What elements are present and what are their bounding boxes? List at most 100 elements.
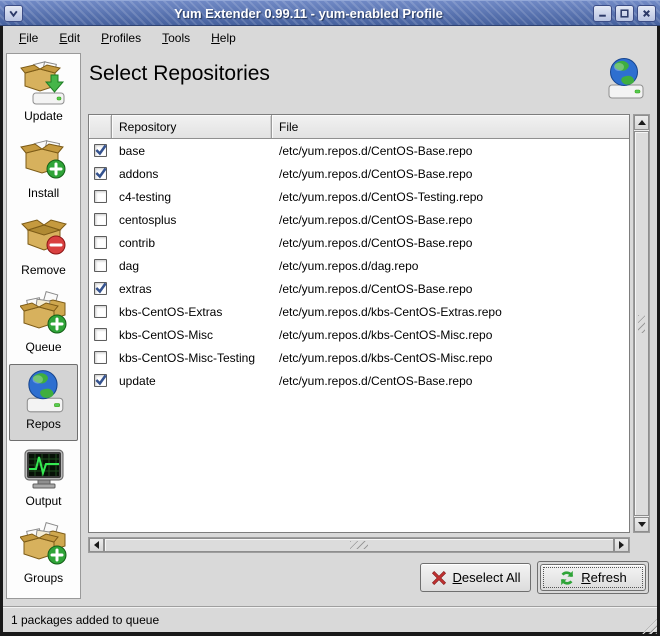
- repo-enabled-checkbox[interactable]: [94, 305, 107, 318]
- repo-file-cell: /etc/yum.repos.d/CentOS-Base.repo: [272, 236, 629, 250]
- horizontal-scrollbar-thumb[interactable]: [104, 538, 614, 552]
- repo-file-cell: /etc/yum.repos.d/kbs-CentOS-Misc.repo: [272, 351, 629, 365]
- close-icon: [641, 8, 652, 19]
- repo-file-cell: /etc/yum.repos.d/CentOS-Base.repo: [272, 282, 629, 296]
- menu-edit[interactable]: Edit: [50, 28, 89, 48]
- checkbox-cell: [89, 374, 112, 387]
- queue-box-icon: [20, 291, 68, 339]
- window-border-bottom: [0, 632, 660, 636]
- window-border-left: [0, 26, 3, 636]
- scroll-down-button[interactable]: [634, 517, 649, 532]
- window-menu-button[interactable]: [4, 5, 23, 22]
- table-row[interactable]: contrib /etc/yum.repos.d/CentOS-Base.rep…: [89, 231, 629, 254]
- checkmark-icon: [94, 143, 108, 157]
- sidebar-item-queue[interactable]: Queue: [9, 287, 78, 364]
- repo-name-cell: update: [112, 374, 272, 388]
- sidebar-item-repos[interactable]: Repos: [9, 364, 78, 441]
- repo-name-cell: kbs-CentOS-Misc: [112, 328, 272, 342]
- arrow-up-icon: [638, 120, 646, 125]
- sidebar-item-remove[interactable]: Remove: [9, 210, 78, 287]
- sidebar-item-install[interactable]: Install: [9, 133, 78, 210]
- menu-tools[interactable]: Tools: [153, 28, 199, 48]
- maximize-icon: [619, 8, 630, 19]
- table-row[interactable]: dag /etc/yum.repos.d/dag.repo: [89, 254, 629, 277]
- table-row[interactable]: extras /etc/yum.repos.d/CentOS-Base.repo: [89, 277, 629, 300]
- repo-enabled-checkbox[interactable]: [94, 213, 107, 226]
- repo-enabled-checkbox[interactable]: [94, 259, 107, 272]
- repo-table-body: base /etc/yum.repos.d/CentOS-Base.repo a…: [89, 139, 629, 392]
- arrow-down-icon: [638, 522, 646, 527]
- install-box-icon: [20, 137, 68, 185]
- arrow-right-icon: [619, 541, 624, 549]
- page-title: Select Repositories: [89, 62, 270, 86]
- red-x-icon: [431, 570, 447, 586]
- repo-name-cell: dag: [112, 259, 272, 273]
- repo-enabled-checkbox[interactable]: [94, 374, 107, 387]
- repo-enabled-checkbox[interactable]: [94, 328, 107, 341]
- sidebar-item-groups[interactable]: Groups: [9, 518, 78, 595]
- repo-enabled-checkbox[interactable]: [94, 167, 107, 180]
- table-row[interactable]: kbs-CentOS-Misc /etc/yum.repos.d/kbs-Cen…: [89, 323, 629, 346]
- repo-name-cell: kbs-CentOS-Extras: [112, 305, 272, 319]
- repo-enabled-checkbox[interactable]: [94, 351, 107, 364]
- deselect-all-button[interactable]: Deselect All: [420, 563, 531, 592]
- table-row[interactable]: update /etc/yum.repos.d/CentOS-Base.repo: [89, 369, 629, 392]
- table-row[interactable]: base /etc/yum.repos.d/CentOS-Base.repo: [89, 139, 629, 162]
- checkbox-cell: [89, 282, 112, 295]
- checkbox-cell: [89, 305, 112, 318]
- maximize-button[interactable]: [615, 5, 634, 22]
- close-button[interactable]: [637, 5, 656, 22]
- checkbox-cell: [89, 213, 112, 226]
- sidebar-item-label: Output: [25, 494, 61, 508]
- scroll-right-button[interactable]: [614, 538, 629, 552]
- status-text: 1 packages added to queue: [11, 613, 159, 627]
- output-monitor-icon: [20, 445, 68, 493]
- menu-profiles[interactable]: Profiles: [92, 28, 150, 48]
- repo-file-cell: /etc/yum.repos.d/dag.repo: [272, 259, 629, 273]
- table-row[interactable]: kbs-CentOS-Extras /etc/yum.repos.d/kbs-C…: [89, 300, 629, 323]
- scroll-up-button[interactable]: [634, 115, 649, 130]
- table-header: Repository File: [89, 115, 629, 139]
- table-row[interactable]: kbs-CentOS-Misc-Testing /etc/yum.repos.d…: [89, 346, 629, 369]
- repo-name-cell: c4-testing: [112, 190, 272, 204]
- repo-name-cell: kbs-CentOS-Misc-Testing: [112, 351, 272, 365]
- repo-name-cell: addons: [112, 167, 272, 181]
- minimize-button[interactable]: [593, 5, 612, 22]
- checkbox-cell: [89, 190, 112, 203]
- repo-enabled-checkbox[interactable]: [94, 144, 107, 157]
- repo-enabled-checkbox[interactable]: [94, 282, 107, 295]
- sidebar-item-output[interactable]: Output: [9, 441, 78, 518]
- menu-file[interactable]: File: [10, 28, 47, 48]
- repository-list: Repository File base /etc/yum.repos.d/Ce…: [88, 114, 630, 533]
- repo-file-cell: /etc/yum.repos.d/kbs-CentOS-Extras.repo: [272, 305, 629, 319]
- repo-name-cell: contrib: [112, 236, 272, 250]
- horizontal-scrollbar[interactable]: [88, 537, 630, 553]
- sidebar-item-update[interactable]: Update: [9, 56, 78, 133]
- sidebar-item-label: Install: [28, 186, 59, 200]
- repo-name-cell: base: [112, 144, 272, 158]
- table-row[interactable]: c4-testing /etc/yum.repos.d/CentOS-Testi…: [89, 185, 629, 208]
- table-row[interactable]: addons /etc/yum.repos.d/CentOS-Base.repo: [89, 162, 629, 185]
- menubar: File Edit Profiles Tools Help: [3, 26, 657, 49]
- checkbox-cell: [89, 144, 112, 157]
- repo-file-cell: /etc/yum.repos.d/kbs-CentOS-Misc.repo: [272, 328, 629, 342]
- sidebar-item-label: Queue: [25, 340, 61, 354]
- checkbox-cell: [89, 351, 112, 364]
- vertical-scrollbar[interactable]: [633, 114, 650, 533]
- repo-enabled-checkbox[interactable]: [94, 236, 107, 249]
- column-header-repository[interactable]: Repository: [112, 115, 272, 138]
- vertical-scrollbar-thumb[interactable]: [634, 131, 649, 516]
- repo-enabled-checkbox[interactable]: [94, 190, 107, 203]
- refresh-button[interactable]: Refresh: [540, 564, 646, 591]
- column-header-checkbox[interactable]: [89, 115, 112, 138]
- titlebar[interactable]: Yum Extender 0.99.11 - yum-enabled Profi…: [0, 0, 660, 26]
- arrow-left-icon: [94, 541, 99, 549]
- column-header-file[interactable]: File: [272, 115, 629, 138]
- menu-help[interactable]: Help: [202, 28, 245, 48]
- scroll-left-button[interactable]: [89, 538, 104, 552]
- refresh-button-frame: Refresh: [537, 561, 649, 594]
- checkmark-icon: [94, 373, 108, 387]
- refresh-arrows-icon: [559, 570, 575, 586]
- table-row[interactable]: centosplus /etc/yum.repos.d/CentOS-Base.…: [89, 208, 629, 231]
- repos-globe-icon: [20, 368, 68, 416]
